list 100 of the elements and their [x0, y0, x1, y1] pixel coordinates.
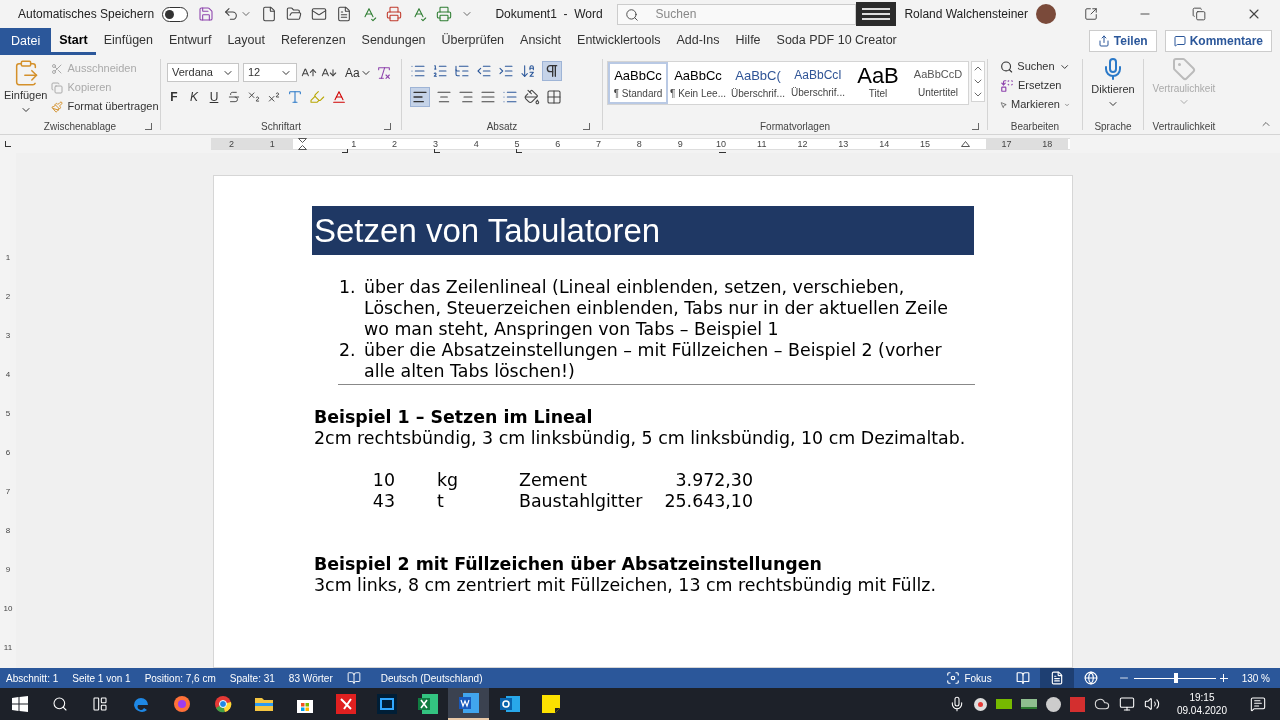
right-indent-marker-icon[interactable] [961, 141, 971, 147]
dialog-launcher-icon[interactable] [972, 122, 979, 130]
text-effects-icon[interactable] [287, 89, 303, 105]
align-left-button[interactable] [410, 87, 430, 107]
ribbon-display-button[interactable] [856, 2, 897, 26]
strikethrough-icon[interactable] [227, 90, 241, 104]
ruler-number: 9 [677, 139, 683, 149]
cloud-icon[interactable] [1093, 696, 1110, 712]
ribbon-tab[interactable]: Add-Ins [668, 28, 728, 55]
numbering-icon[interactable] [432, 63, 448, 79]
ribbon-tab[interactable]: Überprüfen [433, 28, 513, 55]
ribbon-tab[interactable]: Hilfe [727, 28, 769, 55]
ribbon-tab[interactable]: Referenzen [272, 28, 354, 55]
ribbon-tab[interactable]: Ansicht [512, 28, 570, 55]
view-button[interactable] [1039, 668, 1074, 688]
align-center-icon[interactable] [436, 89, 452, 105]
style-gallery-item[interactable]: AaBbCcD Untertitel [908, 62, 968, 104]
graphics-tray-icon[interactable] [995, 699, 1012, 709]
ribbon-tab[interactable]: Soda PDF 10 Creator [768, 28, 905, 55]
language-status[interactable]: Deutsch (Deutschland) [380, 670, 483, 686]
dialog-launcher-icon[interactable] [145, 122, 152, 130]
document-icon[interactable] [336, 6, 353, 22]
file-tab[interactable]: Datei [0, 28, 52, 55]
borders-icon[interactable] [546, 89, 562, 105]
style-gallery-item[interactable]: AaBbC( Überschrif... [728, 62, 788, 104]
dialog-launcher-icon[interactable] [583, 122, 590, 130]
share-button[interactable]: Teilen [1088, 30, 1157, 52]
replace-button[interactable]: Ersetzen [1000, 76, 1070, 95]
ribbon-tab[interactable]: Layout [219, 28, 273, 55]
dictate-button[interactable]: Diktieren [1083, 55, 1143, 110]
zoom-level[interactable]: 130 % [1241, 670, 1270, 686]
dialog-launcher-icon[interactable] [384, 122, 391, 130]
autosave-toggle[interactable] [162, 6, 189, 22]
ruler-number: 7 [596, 139, 602, 149]
bullets-icon[interactable] [410, 63, 426, 79]
new-file-icon[interactable] [261, 6, 278, 22]
document-app-icon [458, 693, 479, 713]
focus-button[interactable]: Fokus [946, 670, 992, 686]
subscript-icon[interactable] [247, 90, 261, 104]
taskbar-app[interactable] [448, 688, 489, 720]
italic-button[interactable]: K [187, 88, 201, 106]
globe-icon [1083, 671, 1098, 685]
ribbon-tab[interactable]: Einfügen [95, 28, 162, 55]
printer-icon[interactable] [386, 6, 403, 22]
printer-icon[interactable] [436, 6, 453, 22]
find-button[interactable]: Suchen [1000, 57, 1070, 76]
multilevel-list-icon[interactable] [454, 63, 470, 79]
increase-indent-icon[interactable] [498, 63, 514, 79]
ruler-number: 10 [3, 603, 13, 616]
proofing-icon[interactable] [346, 671, 361, 685]
bold-button[interactable]: F [167, 88, 181, 106]
spellcheck-icon[interactable] [361, 6, 378, 22]
app-tray-icon[interactable] [1069, 696, 1085, 712]
ribbon-tab[interactable]: Sendungen [353, 28, 434, 55]
task-view-icon[interactable] [92, 696, 108, 712]
search-icon[interactable] [52, 696, 68, 712]
decrease-indent-icon[interactable] [476, 63, 492, 79]
format-painter-button[interactable]: Format übertragen [51, 97, 159, 116]
drive-check-icon[interactable] [1020, 699, 1037, 709]
paste-button[interactable]: Einfügen [4, 59, 48, 116]
align-right-icon[interactable] [458, 89, 474, 105]
search-field[interactable]: Suchen [616, 3, 857, 25]
font-color-icon[interactable] [331, 89, 347, 105]
restore-icon[interactable] [1192, 7, 1206, 21]
spellcheck-icon[interactable] [411, 6, 428, 22]
share-screen-icon[interactable] [1084, 7, 1098, 21]
style-gallery-item[interactable]: AaB Titel [848, 62, 908, 104]
style-gallery-item[interactable]: AaBbCc ¶ Kein Lee... [668, 62, 728, 104]
shading-icon[interactable] [524, 89, 540, 105]
superscript-icon[interactable] [267, 90, 281, 104]
circle-tray-icon[interactable] [1045, 696, 1061, 712]
tab-selector-icon[interactable] [5, 141, 11, 147]
avatar[interactable] [1036, 4, 1056, 24]
indent-marker-icon[interactable] [298, 138, 308, 150]
change-case-button[interactable]: Aa [345, 63, 372, 82]
volume-icon[interactable] [1143, 696, 1160, 712]
record-icon[interactable] [973, 697, 987, 711]
show-marks-button[interactable] [542, 61, 562, 81]
focus-icon [946, 671, 961, 685]
envelope-icon[interactable] [311, 6, 328, 22]
start-icon[interactable] [12, 696, 28, 712]
zoom-slider[interactable] [1133, 673, 1216, 683]
save-icon[interactable] [198, 6, 215, 22]
folder-icon[interactable] [286, 6, 303, 22]
sort-icon[interactable] [520, 63, 536, 79]
group-label: Bearbeiten [1010, 119, 1060, 134]
select-button[interactable]: Markieren [1000, 95, 1070, 114]
undo-icon[interactable] [223, 6, 240, 22]
comments-button[interactable]: Kommentare [1164, 30, 1272, 52]
clear-formatting-icon[interactable] [375, 64, 392, 81]
style-gallery-item[interactable]: AaBbCcI Überschrif... [788, 62, 848, 104]
ribbon-tab[interactable]: Entwurf [161, 28, 220, 55]
justify-icon[interactable] [480, 89, 496, 105]
style-gallery-item[interactable]: AaBbCc ¶ Standard [608, 62, 668, 104]
network-icon[interactable] [1118, 696, 1135, 712]
ribbon-tab[interactable]: Entwicklertools [569, 28, 669, 55]
group-label: Sprache [1094, 119, 1132, 134]
line-spacing-icon[interactable] [502, 89, 518, 105]
notifications-icon[interactable] [1250, 696, 1266, 712]
underline-button[interactable]: U [207, 88, 221, 106]
